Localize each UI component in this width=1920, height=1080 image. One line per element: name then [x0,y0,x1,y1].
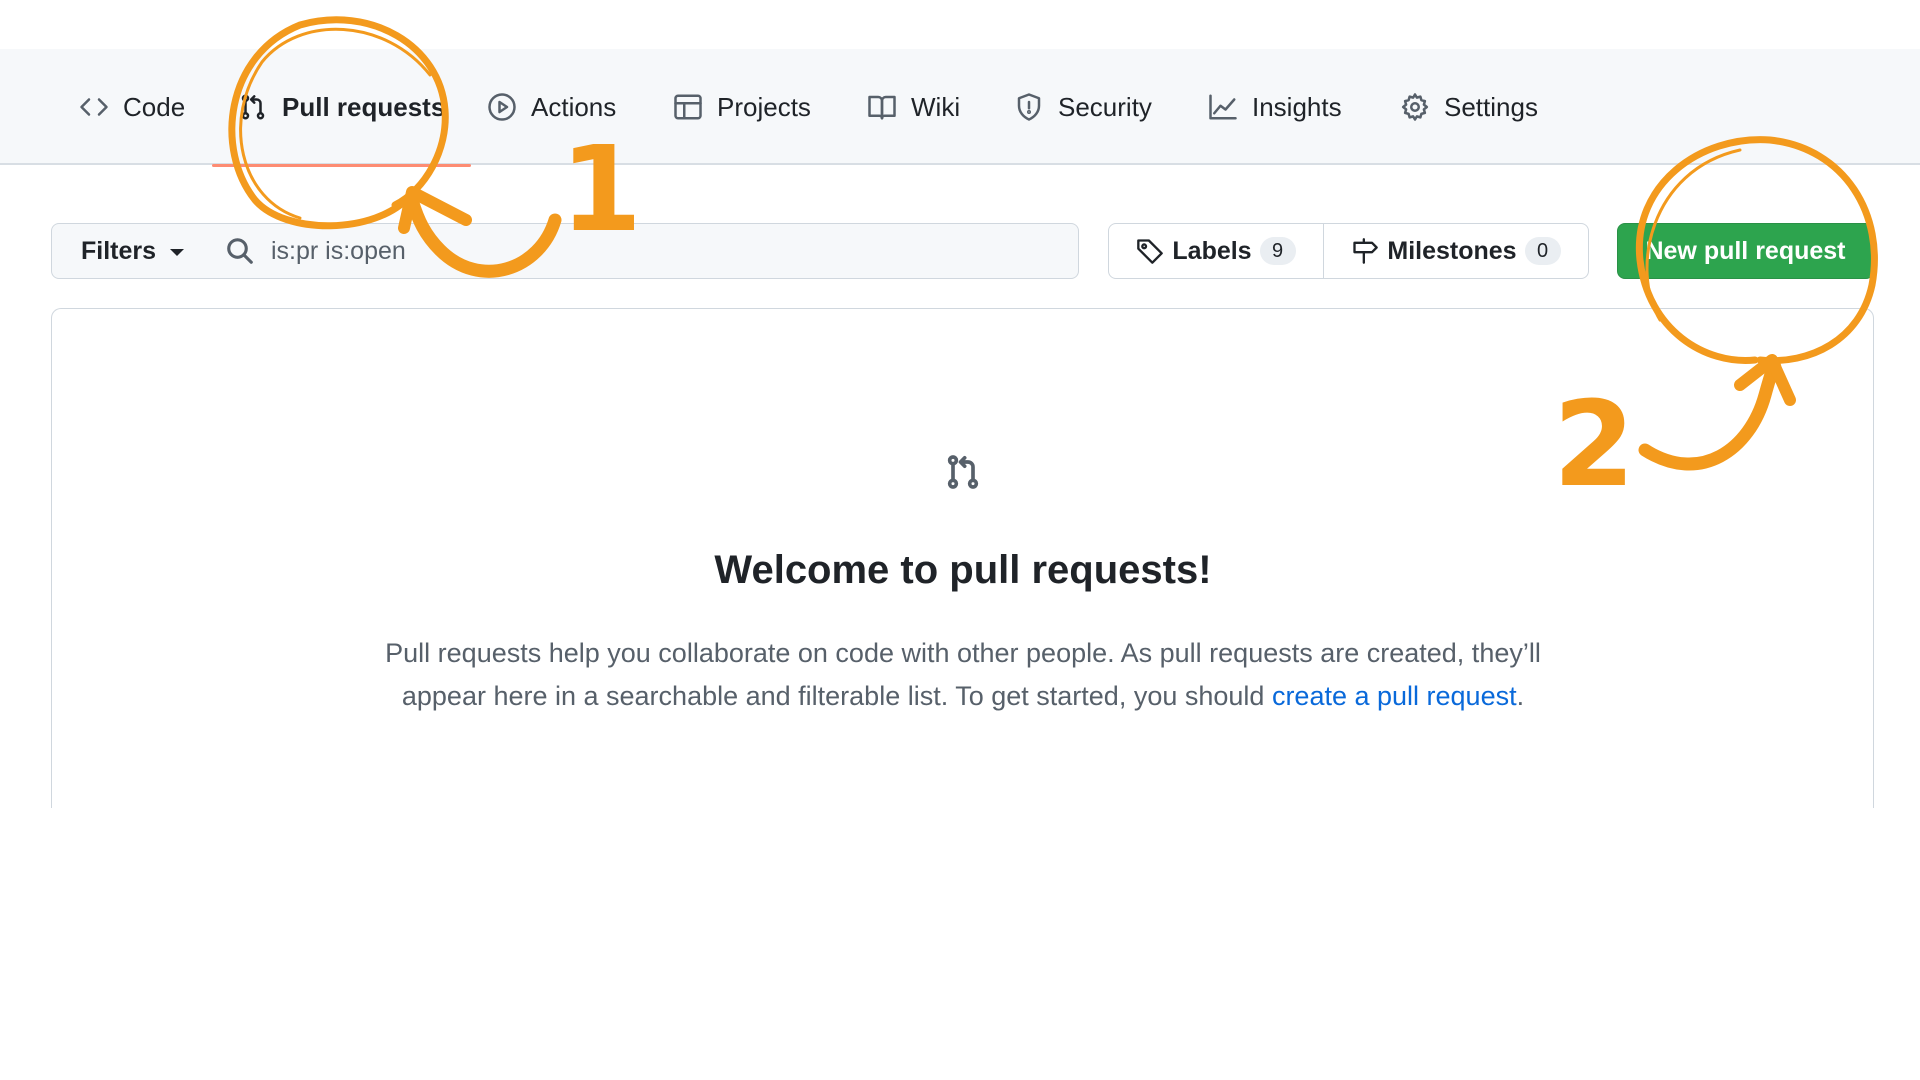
milestones-button[interactable]: Milestones 0 [1324,224,1588,278]
description-end: . [1516,681,1525,711]
gear-icon [1401,93,1429,121]
search-input[interactable]: is:pr is:open [209,223,1079,279]
tab-settings[interactable]: Settings [1400,49,1538,165]
caret-down-icon [170,249,185,256]
tab-code[interactable]: Code [79,49,185,165]
labels-button[interactable]: Labels 9 [1109,224,1324,278]
tab-projects-label: Projects [717,91,811,122]
git-pull-request-icon [947,455,979,489]
shield-icon [1017,93,1041,121]
create-pull-request-link[interactable]: create a pull request [1272,681,1517,711]
tag-icon [1137,239,1164,264]
annotation-step-1: 1 [560,120,643,258]
code-icon [80,98,108,116]
blankslate-title: Welcome to pull requests! [714,548,1212,592]
tab-wiki[interactable]: Wiki [867,49,960,165]
filters-label: Filters [81,236,157,265]
top-white-strip [0,0,1920,49]
annotation-step-2: 2 [1553,375,1636,513]
graph-icon [1209,94,1237,120]
labels-milestones-group: Labels 9 Milestones 0 [1108,223,1589,279]
blankslate-description: Pull requests help you collaborate on co… [360,632,1566,718]
milestones-count: 0 [1524,237,1561,265]
filters-button[interactable]: Filters [51,223,210,279]
search-icon [227,238,253,264]
labels-count: 9 [1259,237,1296,265]
tab-projects[interactable]: Projects [673,49,811,165]
tab-wiki-label: Wiki [911,91,961,122]
repo-nav: Code Pull requests Actions Projects Wiki… [0,49,1920,167]
play-icon [488,93,516,121]
git-pull-request-icon [241,94,265,120]
tab-pull-requests[interactable]: Pull requests [211,49,472,167]
table-icon [674,94,702,120]
labels-label: Labels [1172,236,1252,265]
milestones-label: Milestones [1387,236,1517,265]
milestone-icon [1353,238,1379,264]
search-value: is:pr is:open [271,236,406,265]
tab-security-label: Security [1058,91,1152,122]
book-icon [868,95,896,120]
tab-insights[interactable]: Insights [1208,49,1342,165]
tab-settings-label: Settings [1444,91,1538,122]
tab-security[interactable]: Security [1014,49,1152,165]
tab-actions-label: Actions [531,91,617,122]
tab-pull-requests-label: Pull requests [282,91,446,122]
tab-code-label: Code [123,91,186,122]
tab-insights-label: Insights [1252,91,1342,122]
new-pull-request-button[interactable]: New pull request [1617,223,1874,279]
